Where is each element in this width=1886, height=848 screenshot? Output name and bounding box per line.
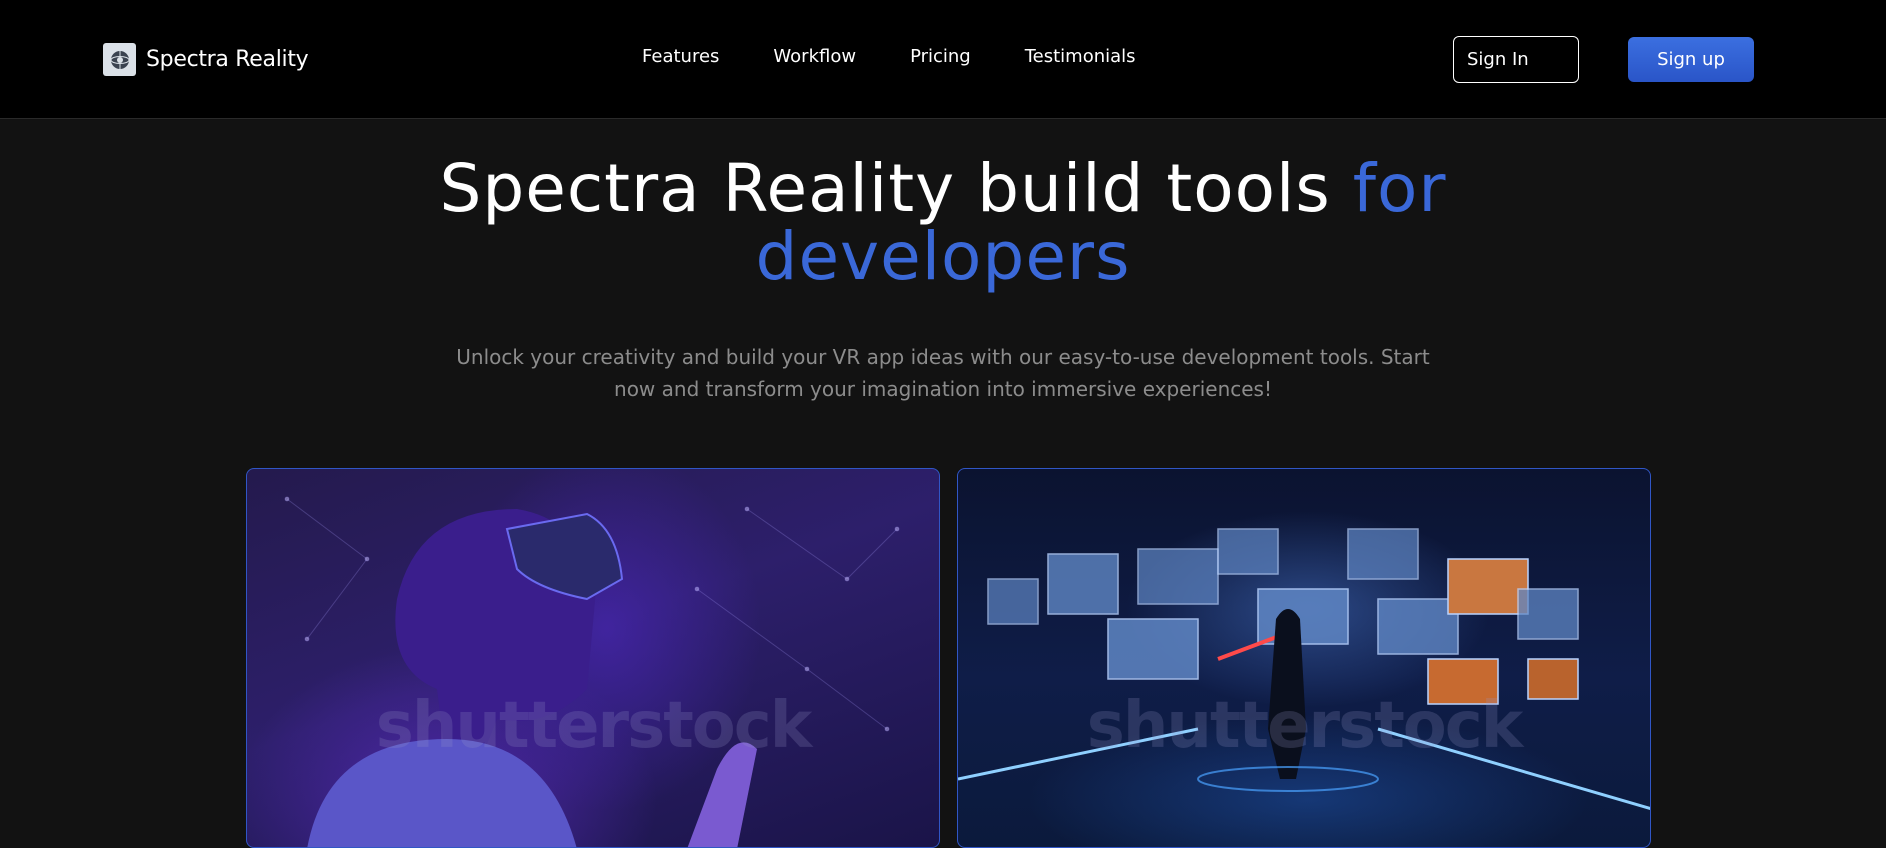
- globe-logo-icon: [103, 43, 136, 76]
- nav-link-workflow[interactable]: Workflow: [773, 46, 856, 67]
- navbar: Spectra Reality Features Workflow Pricin…: [0, 0, 1886, 119]
- brand[interactable]: Spectra Reality: [103, 43, 309, 76]
- brand-name: Spectra Reality: [146, 47, 309, 72]
- sign-up-button[interactable]: Sign up: [1628, 37, 1754, 82]
- main-nav: Features Workflow Pricing Testimonials: [642, 46, 1136, 67]
- hero-subtitle-line2: now and transform your imagination into …: [614, 377, 1272, 401]
- hero-title-accent-for: for: [1352, 150, 1447, 227]
- nav-link-testimonials[interactable]: Testimonials: [1025, 46, 1136, 67]
- nav-link-features[interactable]: Features: [642, 46, 719, 67]
- hero-subtitle: Unlock your creativity and build your VR…: [443, 341, 1443, 405]
- vr-headset-illustration: [284, 496, 900, 847]
- vr-headset-image-card: shutterstock: [246, 468, 940, 848]
- hero-title-main: Spectra Reality build tools: [439, 150, 1353, 227]
- virtual-screens-illustration: [958, 528, 1650, 810]
- hero-title: Spectra Reality build tools for develope…: [0, 155, 1886, 291]
- watermark-right: shutterstock: [1086, 689, 1524, 763]
- hero-subtitle-line1: Unlock your creativity and build your VR…: [456, 345, 1430, 369]
- nav-link-pricing[interactable]: Pricing: [910, 46, 971, 67]
- hero-title-accent-developers: developers: [755, 218, 1131, 295]
- watermark-left: shutterstock: [375, 689, 813, 763]
- sign-in-button[interactable]: Sign In: [1453, 36, 1579, 83]
- virtual-screens-image-card: shutterstock: [957, 468, 1651, 848]
